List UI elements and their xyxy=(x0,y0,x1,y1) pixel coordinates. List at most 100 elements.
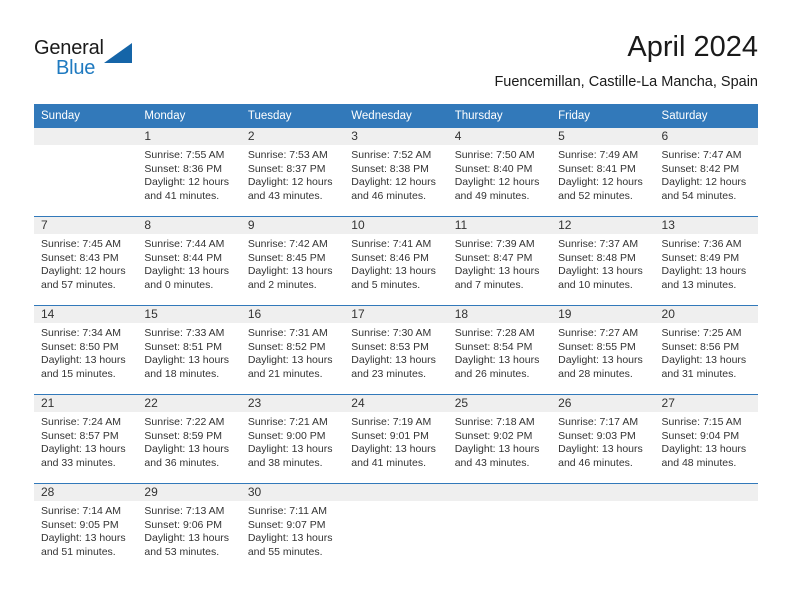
day-details: Sunrise: 7:14 AM Sunset: 9:05 PM Daylight:… xyxy=(34,501,137,559)
day-details: Sunrise: 7:53 AM Sunset: 8:37 PM Daylight:… xyxy=(241,145,344,203)
sunset-time: Sunset: 8:44 PM xyxy=(144,251,223,264)
daylight-duration-line2: and 0 minutes. xyxy=(144,278,214,291)
day-details: Sunrise: 7:55 AM Sunset: 8:36 PM Daylight:… xyxy=(137,145,240,203)
day-number xyxy=(551,484,655,501)
daylight-duration-line2: and 41 minutes. xyxy=(351,456,426,469)
daylight-duration-line2: and 51 minutes. xyxy=(41,545,116,558)
calendar-day-cell[interactable]: 30 Sunrise: 7:11 AM Sunset: 9:07 PM Dayligh… xyxy=(240,483,345,572)
calendar-day-cell-empty xyxy=(447,483,552,572)
calendar-day-cell[interactable]: 11 Sunrise: 7:39 AM Sunset: 8:47 PM Dayligh… xyxy=(447,216,552,306)
daylight-duration-line2: and 43 minutes. xyxy=(247,189,323,202)
sunset-time: Sunset: 8:46 PM xyxy=(351,251,429,264)
daylight-duration-line2: and 15 minutes. xyxy=(41,367,116,380)
calendar-day-cell[interactable]: 28 Sunrise: 7:14 AM Sunset: 9:05 PM Dayligh… xyxy=(34,483,138,572)
daylight-duration-line1: Daylight: 13 hours xyxy=(247,265,333,277)
daylight-duration-line1: Daylight: 13 hours xyxy=(454,354,540,366)
daylight-duration-line1: Daylight: 13 hours xyxy=(661,265,747,277)
calendar-day-cell[interactable]: 3 Sunrise: 7:52 AM Sunset: 8:38 PM Daylight… xyxy=(344,128,448,217)
day-details: Sunrise: 7:33 AM Sunset: 8:51 PM Daylight:… xyxy=(137,323,240,381)
calendar-day-cell[interactable]: 27 Sunrise: 7:15 AM Sunset: 9:04 PM Dayligh… xyxy=(654,394,758,484)
calendar-day-cell[interactable]: 5 Sunrise: 7:49 AM Sunset: 8:41 PM Daylight… xyxy=(551,128,655,217)
calendar-day-cell[interactable]: 6 Sunrise: 7:47 AM Sunset: 8:42 PM Daylight… xyxy=(654,128,758,217)
daylight-duration-line1: Daylight: 13 hours xyxy=(41,443,126,455)
calendar-day-cell[interactable]: 29 Sunrise: 7:13 AM Sunset: 9:06 PM Dayligh… xyxy=(137,483,241,572)
sunset-time: Sunset: 8:57 PM xyxy=(41,429,119,442)
calendar-day-cell[interactable]: 1 Sunrise: 7:55 AM Sunset: 8:36 PM Daylight… xyxy=(137,128,241,217)
daylight-duration-line1: Daylight: 13 hours xyxy=(454,443,540,455)
calendar-day-cell[interactable]: 21 Sunrise: 7:24 AM Sunset: 8:57 PM Dayligh… xyxy=(34,394,138,484)
calendar-day-cell[interactable]: 7 Sunrise: 7:45 AM Sunset: 8:43 PM Daylight… xyxy=(34,216,138,306)
sunrise-time: Sunrise: 7:52 AM xyxy=(351,149,432,161)
calendar-day-cell[interactable]: 2 Sunrise: 7:53 AM Sunset: 8:37 PM Daylight… xyxy=(240,128,345,217)
calendar-day-cell[interactable]: 14 Sunrise: 7:34 AM Sunset: 8:50 PM Dayligh… xyxy=(34,305,138,395)
calendar-day-cell[interactable]: 13 Sunrise: 7:36 AM Sunset: 8:49 PM Dayligh… xyxy=(654,216,758,306)
sunrise-time: Sunrise: 7:11 AM xyxy=(247,505,328,517)
daylight-duration-line2: and 18 minutes. xyxy=(144,367,220,380)
calendar-day-cell[interactable]: 8 Sunrise: 7:44 AM Sunset: 8:44 PM Daylight… xyxy=(137,216,241,306)
calendar-day-cell[interactable]: 26 Sunrise: 7:17 AM Sunset: 9:03 PM Dayligh… xyxy=(551,394,655,484)
sunrise-time: Sunrise: 7:45 AM xyxy=(41,238,121,250)
sunset-time: Sunset: 8:55 PM xyxy=(558,340,636,353)
daylight-duration-line2: and 26 minutes. xyxy=(454,367,530,380)
sunrise-time: Sunrise: 7:37 AM xyxy=(558,238,639,250)
calendar-week-row: 14 Sunrise: 7:34 AM Sunset: 8:50 PM Dayligh… xyxy=(34,305,758,395)
calendar-day-cell[interactable]: 20 Sunrise: 7:25 AM Sunset: 8:56 PM Dayligh… xyxy=(654,305,758,395)
daylight-duration-line1: Daylight: 13 hours xyxy=(661,354,747,366)
day-number: 20 xyxy=(654,306,758,323)
calendar-day-cell[interactable]: 19 Sunrise: 7:27 AM Sunset: 8:55 PM Dayligh… xyxy=(551,305,655,395)
daylight-duration-line1: Daylight: 13 hours xyxy=(351,443,436,455)
calendar-day-cell[interactable]: 17 Sunrise: 7:30 AM Sunset: 8:53 PM Dayligh… xyxy=(344,305,448,395)
daylight-duration-line1: Daylight: 13 hours xyxy=(247,443,333,455)
sunrise-time: Sunrise: 7:47 AM xyxy=(661,149,742,161)
day-number: 3 xyxy=(344,128,448,145)
daylight-duration-line1: Daylight: 13 hours xyxy=(247,354,333,366)
sunset-time: Sunset: 9:00 PM xyxy=(247,429,326,442)
daylight-duration-line2: and 33 minutes. xyxy=(41,456,116,469)
sunrise-time: Sunrise: 7:30 AM xyxy=(351,327,432,339)
daylight-duration-line1: Daylight: 12 hours xyxy=(41,265,126,277)
daylight-duration-line2: and 13 minutes. xyxy=(661,278,737,291)
daylight-duration-line2: and 28 minutes. xyxy=(558,367,633,380)
sunset-time: Sunset: 8:56 PM xyxy=(661,340,740,353)
sunset-time: Sunset: 8:50 PM xyxy=(41,340,119,353)
calendar-day-cell[interactable]: 24 Sunrise: 7:19 AM Sunset: 9:01 PM Dayligh… xyxy=(344,394,448,484)
sunrise-time: Sunrise: 7:28 AM xyxy=(454,327,535,339)
calendar-day-cell[interactable]: 16 Sunrise: 7:31 AM Sunset: 8:52 PM Dayligh… xyxy=(240,305,345,395)
day-details: Sunrise: 7:52 AM Sunset: 8:38 PM Daylight:… xyxy=(344,145,447,203)
calendar-day-cell[interactable]: 25 Sunrise: 7:18 AM Sunset: 9:02 PM Dayligh… xyxy=(447,394,552,484)
daylight-duration-line2: and 2 minutes. xyxy=(247,278,317,291)
sunrise-time: Sunrise: 7:31 AM xyxy=(247,327,328,339)
daylight-duration-line2: and 36 minutes. xyxy=(144,456,220,469)
daylight-duration-line1: Daylight: 13 hours xyxy=(144,532,230,544)
day-details: Sunrise: 7:31 AM Sunset: 8:52 PM Daylight:… xyxy=(241,323,344,381)
daylight-duration-line1: Daylight: 13 hours xyxy=(661,443,747,455)
daylight-duration-line2: and 52 minutes. xyxy=(558,189,633,202)
calendar-day-cell[interactable]: 9 Sunrise: 7:42 AM Sunset: 8:45 PM Daylight… xyxy=(240,216,345,306)
brand-logo[interactable]: General Blue xyxy=(34,37,154,83)
day-number: 4 xyxy=(447,128,552,145)
calendar-day-cell[interactable]: 23 Sunrise: 7:21 AM Sunset: 9:00 PM Dayligh… xyxy=(240,394,345,484)
daylight-duration-line1: Daylight: 12 hours xyxy=(454,176,540,188)
daylight-duration-line2: and 54 minutes. xyxy=(661,189,737,202)
weekday-header-friday: Friday xyxy=(551,104,655,128)
day-number: 29 xyxy=(137,484,241,501)
day-details: Sunrise: 7:37 AM Sunset: 8:48 PM Daylight:… xyxy=(551,234,654,292)
sunrise-time: Sunrise: 7:25 AM xyxy=(661,327,742,339)
calendar-day-cell[interactable]: 4 Sunrise: 7:50 AM Sunset: 8:40 PM Daylight… xyxy=(447,128,552,217)
day-number: 14 xyxy=(34,306,138,323)
daylight-duration-line2: and 7 minutes. xyxy=(454,278,524,291)
day-number: 28 xyxy=(34,484,138,501)
day-details: Sunrise: 7:39 AM Sunset: 8:47 PM Daylight:… xyxy=(448,234,551,292)
sunrise-time: Sunrise: 7:50 AM xyxy=(454,149,535,161)
calendar-day-cell[interactable]: 22 Sunrise: 7:22 AM Sunset: 8:59 PM Dayligh… xyxy=(137,394,241,484)
daylight-duration-line1: Daylight: 13 hours xyxy=(351,265,436,277)
sunrise-time: Sunrise: 7:18 AM xyxy=(454,416,535,428)
daylight-duration-line1: Daylight: 13 hours xyxy=(247,532,333,544)
calendar-day-cell[interactable]: 12 Sunrise: 7:37 AM Sunset: 8:48 PM Dayligh… xyxy=(551,216,655,306)
calendar-day-cell[interactable]: 15 Sunrise: 7:33 AM Sunset: 8:51 PM Dayligh… xyxy=(137,305,241,395)
calendar-day-cell[interactable]: 10 Sunrise: 7:41 AM Sunset: 8:46 PM Dayligh… xyxy=(344,216,448,306)
day-details: Sunrise: 7:25 AM Sunset: 8:56 PM Daylight:… xyxy=(655,323,758,381)
calendar-day-cell[interactable]: 18 Sunrise: 7:28 AM Sunset: 8:54 PM Dayligh… xyxy=(447,305,552,395)
sunrise-time: Sunrise: 7:39 AM xyxy=(454,238,535,250)
brand-name-blue: Blue xyxy=(56,57,96,79)
